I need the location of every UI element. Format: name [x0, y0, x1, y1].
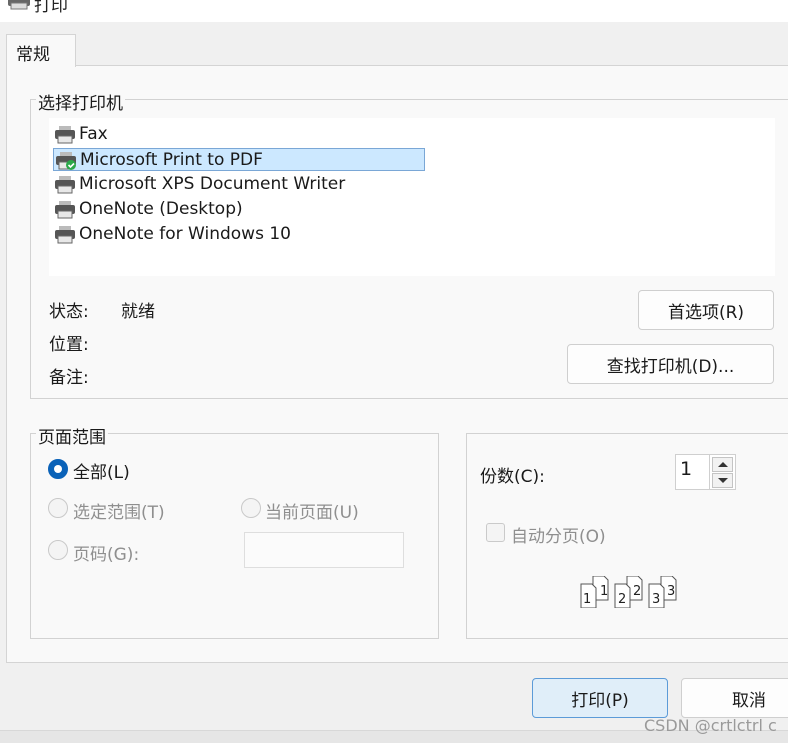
collate-number: 2: [633, 584, 641, 599]
page-numbers-radio[interactable]: [48, 540, 68, 560]
copies-value: 1: [680, 458, 693, 480]
printer-name: Microsoft XPS Document Writer: [79, 174, 346, 194]
printer-item-microsoft-xps-document-writer[interactable]: Microsoft XPS Document Writer: [53, 173, 425, 196]
watermark: CSDN @crtlctrl c: [644, 716, 777, 735]
printer-item-fax[interactable]: Fax: [53, 123, 425, 146]
window-title: 打印: [34, 0, 68, 16]
title-bar: 打印: [0, 0, 788, 22]
print-button[interactable]: 打印(P): [532, 678, 668, 718]
printer-name: Fax: [79, 124, 108, 144]
printer-default-check-icon: [56, 152, 76, 170]
preferences-button[interactable]: 首选项(R): [638, 290, 774, 330]
page-range-title: 页面范围: [36, 423, 108, 448]
status-label: 状态:: [49, 302, 89, 322]
location-label: 位置:: [49, 335, 89, 355]
collate-checkbox[interactable]: [486, 523, 505, 542]
find-printer-button[interactable]: 查找打印机(D)...: [567, 344, 774, 384]
collate-number: 3: [652, 592, 660, 607]
collate-number: 1: [600, 584, 608, 599]
printer-name: Microsoft Print to PDF: [80, 150, 263, 170]
tab-general[interactable]: 常规: [6, 34, 76, 67]
selection-label: 选定范围(T): [73, 503, 165, 523]
stepper-down-icon[interactable]: [712, 473, 733, 488]
collate-number: 2: [618, 592, 626, 607]
printer-group-title: 选择打印机: [36, 89, 125, 114]
selection-radio[interactable]: [48, 498, 68, 518]
printer-name: OneNote for Windows 10: [79, 224, 291, 244]
copies-stepper: [709, 454, 736, 490]
printer-icon: [55, 226, 75, 244]
tab-general-label: 常规: [16, 45, 50, 65]
stepper-up-icon[interactable]: [712, 457, 733, 472]
collate-label: 自动分页(O): [511, 527, 606, 547]
all-pages-radio[interactable]: [48, 459, 68, 479]
printer-item-onenote-desktop[interactable]: OneNote (Desktop): [53, 198, 425, 221]
printer-icon: [55, 126, 75, 144]
printer-list[interactable]: Fax Microsoft Print to PDF Microsoft XPS…: [49, 118, 775, 276]
printer-icon: [8, 0, 30, 10]
comment-label: 备注:: [49, 368, 89, 388]
printer-item-onenote-for-windows-10[interactable]: OneNote for Windows 10: [53, 223, 425, 246]
current-page-radio[interactable]: [241, 498, 261, 518]
collate-number: 1: [583, 592, 591, 607]
printer-name: OneNote (Desktop): [79, 199, 243, 219]
printer-item-microsoft-print-to-pdf[interactable]: Microsoft Print to PDF: [53, 148, 425, 171]
all-pages-label: 全部(L): [73, 463, 130, 483]
copies-label: 份数(C):: [480, 467, 545, 487]
cancel-button[interactable]: 取消: [681, 678, 788, 718]
current-page-label: 当前页面(U): [265, 503, 359, 523]
status-value: 就绪: [121, 302, 155, 322]
printer-icon: [55, 176, 75, 194]
page-numbers-input[interactable]: [244, 532, 404, 568]
page-numbers-label: 页码(G):: [73, 545, 140, 565]
collate-number: 3: [667, 584, 675, 599]
copies-input[interactable]: 1: [675, 454, 710, 490]
printer-icon: [55, 201, 75, 219]
collate-pages-icon: 1 1 2 2 3 3: [580, 576, 677, 608]
